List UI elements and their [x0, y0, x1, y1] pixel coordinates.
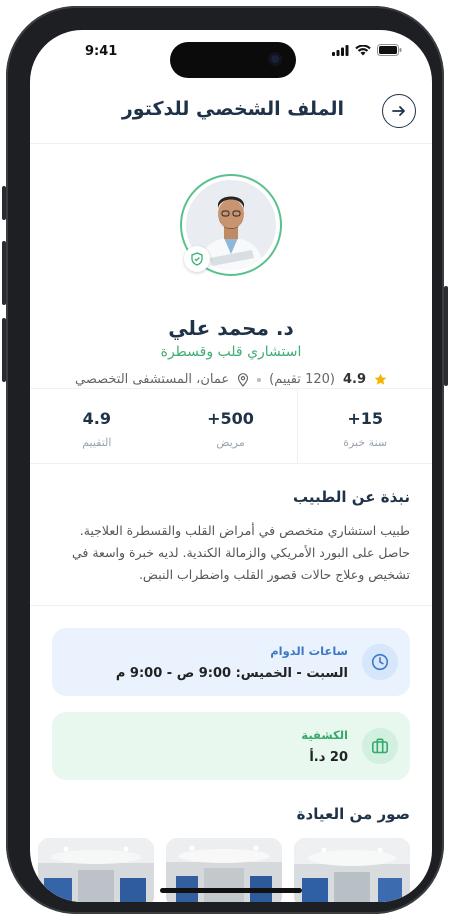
hours-body: ساعات الدوام السبت - الخميس: 9:00 ص - 9:…: [116, 644, 348, 681]
about-text: طبيب استشاري متخصص في أمراض القلب والقسط…: [71, 523, 410, 582]
location-pin-icon: [238, 372, 249, 387]
working-hours-card: ساعات الدوام السبت - الخميس: 9:00 ص - 9:…: [52, 628, 410, 696]
divider: [30, 605, 432, 606]
fee-value: 20 د.أ: [309, 749, 348, 765]
page-title: الملف الشخصي للدكتور: [121, 98, 344, 120]
camera-icon: [268, 52, 282, 66]
arrow-right-icon: [392, 106, 405, 116]
power-button: [444, 286, 448, 386]
home-indicator[interactable]: [160, 888, 302, 893]
stat-experience: 15+ سنة خبرة: [297, 389, 432, 463]
stats-row: 15+ سنة خبرة 500+ مريض 4.9 التقييم: [30, 388, 432, 464]
stat-rating: 4.9 التقييم: [30, 389, 164, 463]
hours-label: ساعات الدوام: [270, 643, 348, 658]
clock-icon-wrap: [362, 644, 398, 680]
stat-label: مريض: [216, 436, 245, 449]
stat-value: 15+: [347, 409, 383, 428]
stat-value: 4.9: [82, 409, 111, 428]
rating-value: 4.9: [342, 372, 366, 387]
fee-body: الكشفية 20 د.أ: [301, 728, 348, 765]
gallery-title: صور من العيادة: [296, 805, 410, 823]
status-icons: [332, 44, 402, 56]
review-count: (120 تقييم): [269, 372, 335, 387]
wifi-icon: [355, 44, 371, 55]
status-bar: 9:41: [30, 30, 432, 78]
back-button[interactable]: [382, 94, 416, 128]
doctor-specialty: استشاري قلب وقسطرة: [160, 344, 302, 360]
about-title: نبذة عن الطبيب: [293, 488, 410, 506]
stat-value: 500+: [207, 409, 254, 428]
battery-icon: [377, 44, 402, 56]
volume-down-button: [2, 318, 6, 382]
location-text: عمان، المستشفى التخصصي: [75, 372, 230, 387]
stat-label: سنة خبرة: [343, 436, 388, 449]
status-time: 9:41: [85, 44, 118, 59]
clinic-photo[interactable]: [38, 838, 154, 902]
clock-icon: [371, 653, 389, 671]
fee-card: الكشفية 20 د.أ: [52, 712, 410, 780]
fee-label: الكشفية: [301, 727, 348, 742]
briefcase-icon: [371, 738, 388, 754]
separator-dot: [257, 377, 262, 382]
signal-icon: [332, 44, 349, 56]
star-icon: [374, 373, 387, 385]
screen: 9:41 الملف الشخصي للدكتور د. محمد علي اس…: [30, 30, 432, 902]
stat-patients: 500+ مريض: [164, 389, 298, 463]
verified-badge: [184, 246, 210, 272]
stat-label: التقييم: [82, 436, 112, 449]
doctor-meta: 4.9 (120 تقييم) عمان، المستشفى التخصصي: [30, 372, 432, 387]
dynamic-island: [170, 42, 296, 78]
volume-up-button: [2, 241, 6, 305]
header: الملف الشخصي للدكتور: [30, 78, 432, 144]
hours-value: السبت - الخميس: 9:00 ص - 9:00 م: [115, 665, 348, 681]
doctor-name: د. محمد علي: [168, 316, 294, 340]
clinic-photo[interactable]: [294, 838, 410, 902]
mute-switch: [2, 186, 6, 220]
shield-check-icon: [191, 252, 203, 266]
briefcase-icon-wrap: [362, 728, 398, 764]
phone-frame: 9:41 الملف الشخصي للدكتور د. محمد علي اس…: [2, 6, 448, 914]
